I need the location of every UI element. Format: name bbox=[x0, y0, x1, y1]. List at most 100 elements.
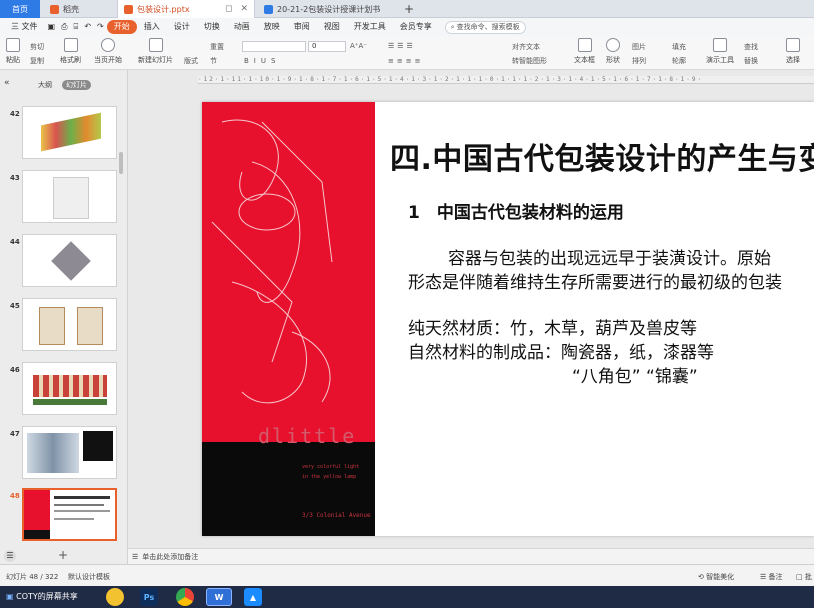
list-buttons[interactable]: ☰☰☰ bbox=[388, 42, 416, 50]
command-search[interactable]: ⌕ 查找命令、搜索模板 bbox=[444, 20, 526, 34]
slide-paragraph[interactable]: “八角包” “锦囊” bbox=[572, 362, 698, 387]
new-slide-icon bbox=[148, 38, 163, 52]
paste-button[interactable]: 粘贴 bbox=[6, 38, 20, 65]
replace-button[interactable]: 替换 bbox=[744, 56, 758, 66]
menu-design[interactable]: 设计 bbox=[167, 20, 197, 34]
find-button[interactable]: 查找 bbox=[744, 42, 758, 52]
brand-caption: 3/3 Colonial Avenue bbox=[302, 512, 371, 519]
arrange-button[interactable]: 排列 bbox=[632, 56, 646, 66]
font-name-field[interactable] bbox=[242, 41, 306, 52]
beautify-icon: ⟲ bbox=[698, 573, 707, 581]
panel-footer: ☰ + bbox=[0, 548, 128, 564]
close-icon[interactable]: ✕ bbox=[240, 4, 248, 14]
menu-transition[interactable]: 切换 bbox=[197, 20, 227, 34]
thumbnail-scrollbar[interactable] bbox=[119, 152, 123, 174]
thumbnail-slide[interactable] bbox=[22, 106, 117, 159]
picture-button[interactable]: 图片 bbox=[632, 42, 646, 52]
convert-smartart-button[interactable]: 转智能图形 bbox=[512, 56, 547, 66]
collapse-panel-icon[interactable]: « bbox=[4, 78, 10, 88]
horizontal-ruler: ·12·1·11·1·10·1·9·1·8·1·7·1·6·1·5·1·4·1·… bbox=[198, 76, 814, 84]
outline-button[interactable]: 轮廓 bbox=[672, 56, 686, 66]
menu-icon[interactable]: ☰ bbox=[4, 550, 16, 562]
font-style-buttons[interactable]: BIUS bbox=[244, 57, 280, 65]
font-size-field[interactable]: 0 bbox=[308, 41, 346, 52]
docer-icon bbox=[50, 4, 59, 14]
comment-button[interactable]: □ 批 bbox=[796, 572, 812, 582]
menu-review[interactable]: 审阅 bbox=[287, 20, 317, 34]
menu-slideshow[interactable]: 放映 bbox=[257, 20, 287, 34]
present-tool-button[interactable]: 演示工具 bbox=[706, 38, 734, 65]
add-slide-button[interactable]: + bbox=[58, 548, 68, 562]
thumbnail-image bbox=[83, 431, 113, 461]
tab-docer[interactable]: 稻壳 bbox=[44, 0, 116, 18]
template-name[interactable]: 默认设计模板 bbox=[68, 572, 110, 582]
play-from-current-button[interactable]: 当页开始 bbox=[94, 38, 122, 65]
select-label: 选择 bbox=[786, 56, 800, 64]
layout-button[interactable]: 版式 bbox=[184, 56, 198, 66]
slide-title[interactable]: 四.中国古代包装设计的产生与变 bbox=[390, 134, 814, 178]
thumbnail-slide[interactable] bbox=[22, 362, 117, 415]
reset-button[interactable]: 重置 bbox=[210, 42, 224, 52]
slide-subtitle[interactable]: 1 中国古代包装材料的运用 bbox=[408, 198, 624, 223]
thumbnail-slide-selected[interactable] bbox=[22, 488, 117, 541]
photoshop-icon[interactable]: Ps bbox=[140, 588, 158, 606]
thumbnail-slide[interactable] bbox=[22, 170, 117, 223]
thumbnail-number: 42 bbox=[10, 110, 20, 118]
tab-pptx[interactable]: 包装设计.pptx ◻ ✕ bbox=[117, 0, 255, 18]
select-button[interactable]: 选择 bbox=[786, 38, 800, 65]
align-text-button[interactable]: 对齐文本 bbox=[512, 42, 540, 52]
menu-home[interactable]: 开始 bbox=[106, 20, 137, 34]
smart-beautify-button[interactable]: ⟲ 智能美化 bbox=[698, 572, 734, 582]
menu-animation[interactable]: 动画 bbox=[227, 20, 257, 34]
thumbnail-slide[interactable] bbox=[22, 298, 117, 351]
menu-insert[interactable]: 插入 bbox=[137, 20, 167, 34]
wps-icon[interactable]: W bbox=[206, 588, 232, 606]
app-icon-yellow[interactable] bbox=[106, 588, 124, 606]
tab-slides[interactable]: 幻灯片 bbox=[62, 80, 91, 90]
slide-paragraph[interactable]: 容器与包装的出现远远早于装潢设计。原始 bbox=[448, 244, 771, 269]
shape-button[interactable]: 形状 bbox=[606, 38, 620, 65]
tab-plan-doc[interactable]: 20-21-2包装设计授课计划书 ◻ bbox=[258, 0, 386, 18]
export-pdf-icon[interactable]: ⎙ bbox=[58, 20, 70, 34]
menu-view[interactable]: 视图 bbox=[317, 20, 347, 34]
slide-paragraph[interactable]: 纯天然材质：竹，木草，葫芦及兽皮等 bbox=[408, 314, 697, 339]
fill-button[interactable]: 填充 bbox=[672, 42, 686, 52]
section-button[interactable]: 节 bbox=[210, 56, 217, 66]
screen-share-indicator[interactable]: ▣ COTY的屏幕共享 bbox=[6, 591, 78, 602]
thumbnail-image bbox=[54, 504, 104, 506]
thumbnail-image bbox=[54, 510, 110, 512]
thumbnail-slide[interactable] bbox=[22, 426, 117, 479]
screen-share-label: COTY的屏幕共享 bbox=[16, 592, 78, 601]
redo-icon[interactable]: ↷ bbox=[94, 20, 107, 34]
text-box-button[interactable]: 文本框 bbox=[574, 38, 595, 65]
tab-pin-icon[interactable]: ◻ bbox=[225, 4, 232, 14]
font-grow-icon[interactable]: A⁺A⁻ bbox=[350, 42, 367, 50]
menu-member[interactable]: 会员专享 bbox=[393, 20, 439, 34]
tab-home[interactable]: 首页 bbox=[0, 0, 40, 18]
format-painter-button[interactable]: 格式刷 bbox=[60, 38, 81, 65]
thumbnail-slide[interactable] bbox=[22, 234, 117, 287]
copy-button[interactable]: 复制 bbox=[30, 56, 44, 66]
slide[interactable]: dlittle very colorful light in the yello… bbox=[202, 102, 814, 536]
tab-plan-label: 20-21-2包装设计授课计划书 bbox=[277, 4, 381, 14]
lanxin-icon[interactable]: ▲ bbox=[244, 588, 262, 606]
notes-toggle-button[interactable]: ☰ 备注 bbox=[760, 572, 783, 582]
align-buttons[interactable]: ≡≡≡≡ bbox=[388, 57, 423, 65]
menu-file[interactable]: 三 文件 bbox=[4, 20, 45, 34]
chrome-icon[interactable] bbox=[176, 588, 194, 606]
notes-placeholder[interactable]: 单击此处添加备注 bbox=[142, 552, 198, 562]
new-slide-button[interactable]: 新建幻灯片 bbox=[138, 38, 173, 65]
tab-outline[interactable]: 大纲 bbox=[38, 80, 52, 90]
thumbnail-image bbox=[39, 307, 65, 345]
notes-bar[interactable]: ☰ 单击此处添加备注 bbox=[128, 548, 814, 564]
menu-developer[interactable]: 开发工具 bbox=[347, 20, 393, 34]
print-icon[interactable]: ⌸ bbox=[71, 20, 82, 34]
undo-icon[interactable]: ↶ bbox=[81, 20, 94, 34]
new-slide-label: 新建幻灯片 bbox=[138, 56, 173, 64]
save-icon[interactable]: ▣ bbox=[45, 20, 59, 34]
slide-paragraph[interactable]: 自然材料的制成品：陶瓷器，纸，漆器等 bbox=[408, 338, 714, 363]
add-tab-button[interactable]: + bbox=[398, 0, 418, 18]
slide-paragraph[interactable]: 形态是伴随着维持生存所需要进行的最初级的包装 bbox=[408, 268, 782, 293]
cut-button[interactable]: 剪切 bbox=[30, 42, 44, 52]
thumbnail-number: 44 bbox=[10, 238, 20, 246]
